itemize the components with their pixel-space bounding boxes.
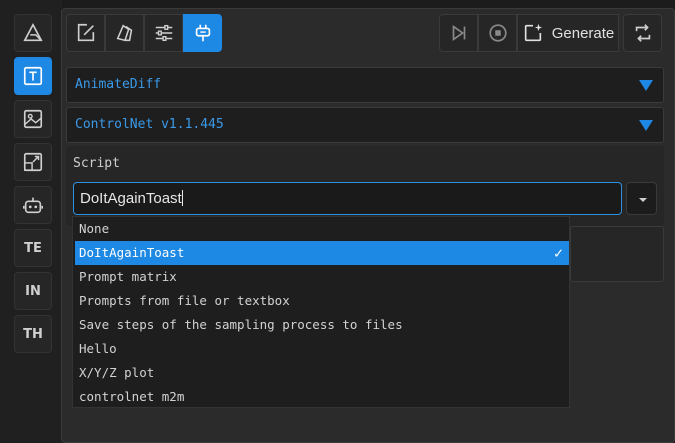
script-option-selected[interactable]: DoItAgainToast ✓ — [75, 241, 569, 265]
checkmark-icon: ✓ — [553, 244, 563, 262]
stop-icon — [488, 24, 507, 42]
cards-icon — [116, 24, 132, 42]
text-to-image-tab[interactable] — [14, 57, 52, 95]
option-label: DoItAgainToast — [79, 245, 185, 260]
generate-label: Generate — [551, 24, 615, 42]
extensions-button[interactable] — [183, 14, 222, 52]
option-label: Prompt matrix — [79, 269, 177, 284]
chevron-down-icon — [639, 198, 647, 202]
script-option[interactable]: Hello — [75, 337, 569, 361]
expand-arrow-icon — [639, 80, 653, 91]
script-option[interactable]: Prompt matrix — [75, 265, 569, 289]
option-label: Save steps of the sampling process to fi… — [79, 317, 403, 332]
generate-button[interactable]: Generate — [517, 14, 619, 52]
script-option[interactable]: Prompts from file or textbox — [75, 289, 569, 313]
left-rail: TE IN TH — [0, 0, 62, 443]
rail-item-te-label: TE — [24, 240, 42, 256]
rail-item-in[interactable]: IN — [14, 272, 52, 310]
script-option[interactable]: controlnet m2m — [75, 385, 569, 409]
sliders-icon — [155, 24, 172, 42]
animatediff-accordion[interactable]: AnimateDiff — [66, 67, 664, 103]
option-label: X/Y/Z plot — [79, 365, 155, 380]
script-option[interactable]: X/Y/Z plot — [75, 361, 569, 385]
triangle-logo-icon — [23, 22, 43, 42]
script-select-input[interactable]: DoItAgainToast — [73, 182, 622, 215]
toolbar: Generate — [66, 14, 666, 52]
app-logo-button[interactable] — [14, 14, 52, 52]
animatediff-label: AnimateDiff — [75, 77, 162, 92]
script-dropdown-toggle[interactable] — [626, 182, 657, 215]
controlnet-accordion[interactable]: ControlNet v1.1.445 — [66, 107, 664, 143]
skip-button[interactable] — [439, 14, 478, 52]
image-tab-icon — [23, 109, 43, 129]
repeat-icon — [635, 24, 650, 42]
edit-button[interactable] — [66, 14, 105, 52]
text-tab-icon — [23, 66, 43, 86]
script-extra-panel — [570, 226, 664, 282]
rail-item-th-label: TH — [23, 326, 43, 342]
script-select-value: DoItAgainToast — [80, 190, 182, 207]
extras-tab[interactable] — [14, 143, 52, 181]
edit-icon — [77, 23, 94, 42]
script-option[interactable]: Save steps of the sampling process to fi… — [75, 313, 569, 337]
plug-icon — [195, 24, 210, 42]
resize-tab-icon — [23, 152, 43, 172]
text-caret — [181, 190, 183, 206]
script-options-list: None DoItAgainToast ✓ Prompt matrix Promp… — [72, 216, 570, 408]
styles-button[interactable] — [105, 14, 144, 52]
option-label: Prompts from file or textbox — [79, 293, 290, 308]
rail-item-th[interactable]: TH — [14, 315, 52, 353]
repeat-button[interactable] — [623, 14, 662, 52]
rail-item-te[interactable]: TE — [14, 229, 52, 267]
option-label: None — [79, 221, 110, 236]
skip-icon — [452, 24, 465, 42]
robot-tab-icon — [23, 197, 43, 214]
controlnet-label: ControlNet v1.1.445 — [75, 117, 224, 132]
option-label: controlnet m2m — [79, 389, 185, 404]
expand-arrow-icon — [639, 120, 653, 131]
script-label: Script — [73, 156, 120, 171]
interrupt-button[interactable] — [478, 14, 517, 52]
script-option[interactable]: None — [75, 217, 569, 241]
settings-button[interactable] — [144, 14, 183, 52]
image-to-image-tab[interactable] — [14, 100, 52, 138]
rail-item-in-label: IN — [25, 283, 41, 299]
sparkle-new-icon — [524, 23, 542, 42]
option-label: Hello — [79, 341, 117, 356]
assistant-tab[interactable] — [14, 186, 52, 224]
